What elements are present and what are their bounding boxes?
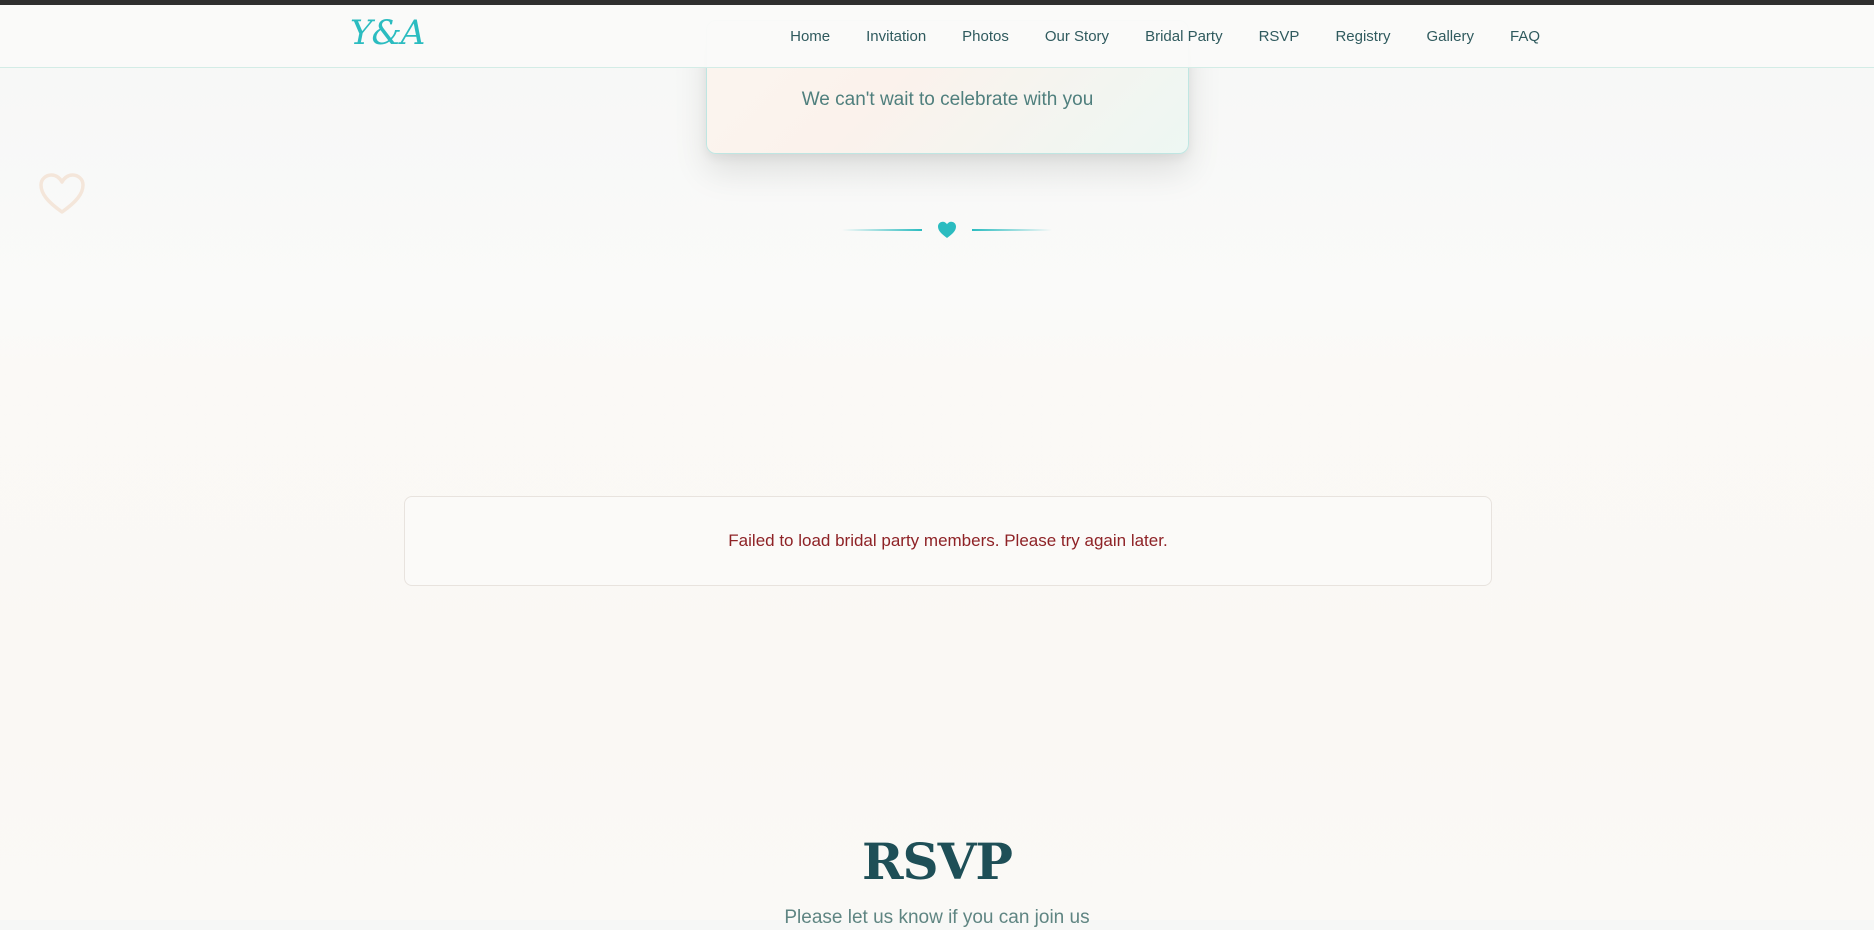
nav-links: Home Invitation Photos Our Story Bridal … xyxy=(772,5,1540,68)
rsvp-heading: RSVP xyxy=(861,832,1013,891)
divider-line-right xyxy=(972,229,1052,231)
nav-link-faq[interactable]: FAQ xyxy=(1492,28,1540,45)
heart-icon xyxy=(938,221,956,238)
divider-line-left xyxy=(842,229,922,231)
rsvp-subtitle: Please let us know if you can join us xyxy=(784,907,1090,928)
nav-link-rsvp[interactable]: RSVP xyxy=(1241,28,1318,45)
nav-link-our-story[interactable]: Our Story xyxy=(1027,28,1127,45)
nav-link-registry[interactable]: Registry xyxy=(1317,28,1408,45)
hero-subtitle: We can't wait to celebrate with you xyxy=(801,89,1094,110)
error-message: Failed to load bridal party members. Ple… xyxy=(728,531,1168,550)
nav-link-photos[interactable]: Photos xyxy=(944,28,1027,45)
brand-logo[interactable]: Y&A xyxy=(350,13,425,53)
site-navbar: Y&A Home Invitation Photos Our Story Bri… xyxy=(0,5,1874,68)
browser-top-strip xyxy=(0,0,1874,5)
nav-link-invitation[interactable]: Invitation xyxy=(848,28,944,45)
nav-link-home[interactable]: Home xyxy=(772,28,848,45)
section-divider xyxy=(842,218,1052,242)
nav-link-bridal-party[interactable]: Bridal Party xyxy=(1127,28,1241,45)
decorative-heart-outline-icon xyxy=(39,173,85,214)
bridal-party-error-box: Failed to load bridal party members. Ple… xyxy=(404,496,1492,586)
nav-link-gallery[interactable]: Gallery xyxy=(1408,28,1492,45)
